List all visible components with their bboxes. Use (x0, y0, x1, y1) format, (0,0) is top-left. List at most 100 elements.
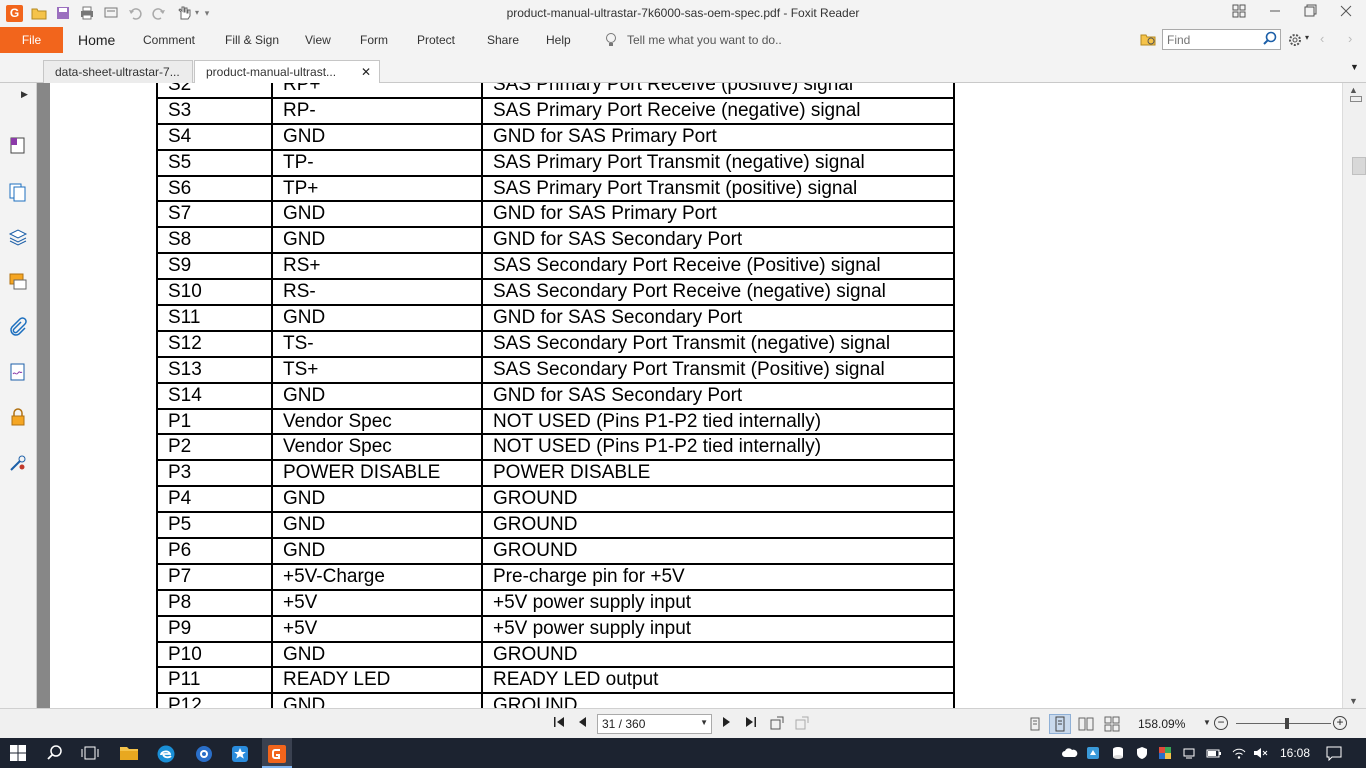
continuous-facing-view-icon[interactable] (1104, 716, 1120, 732)
menu-form[interactable]: Form (360, 33, 388, 47)
minimize-icon[interactable] (1265, 4, 1285, 22)
zoom-level[interactable]: 158.09% (1138, 717, 1185, 731)
settings-gear-icon[interactable] (1287, 32, 1303, 51)
search-icon[interactable] (46, 744, 66, 764)
device-icon[interactable] (1182, 746, 1196, 760)
table-row: S14 GND GND for SAS Secondary Port (156, 381, 955, 410)
find-field[interactable] (1162, 29, 1281, 50)
menu-comment[interactable]: Comment (143, 33, 195, 47)
menu-share[interactable]: Share (487, 33, 519, 47)
restore-layout-icon[interactable] (1229, 4, 1249, 22)
page-number-field[interactable]: ▼ (597, 714, 712, 734)
settings-dropdown-icon[interactable]: ▾ (1305, 33, 1309, 42)
defender-icon[interactable] (1158, 746, 1172, 760)
pin-number-cell: S13 (156, 355, 273, 384)
pin-number-cell: P9 (156, 614, 273, 643)
attachments-icon[interactable] (8, 317, 28, 337)
description-cell: SAS Primary Port Transmit (positive) sig… (481, 174, 955, 203)
table-row: S11 GND GND for SAS Secondary Port (156, 304, 955, 332)
pin-number-cell: S6 (156, 174, 273, 203)
zoom-out-icon[interactable]: − (1214, 716, 1228, 730)
maximize-icon[interactable] (1301, 4, 1321, 22)
file-explorer-icon[interactable] (119, 744, 139, 764)
scroll-down-arrow-icon[interactable]: ▼ (1349, 696, 1358, 706)
app-star-icon[interactable] (230, 744, 250, 764)
scrollbar-thumb[interactable] (1352, 157, 1366, 175)
table-row: S4 GND GND for SAS Primary Port (156, 122, 955, 151)
navigation-panel: ▶ (0, 83, 37, 708)
previous-page-icon[interactable] (574, 715, 592, 733)
signal-name-cell: GND (271, 692, 483, 708)
close-window-icon[interactable] (1336, 4, 1356, 22)
description-cell: SAS Secondary Port Receive (negative) si… (481, 278, 955, 307)
next-view-icon[interactable] (793, 715, 811, 733)
close-tab-icon[interactable]: ✕ (361, 61, 371, 83)
tab-list-dropdown-icon[interactable]: ▼ (1350, 62, 1359, 72)
task-view-icon[interactable] (81, 744, 101, 764)
comments-icon[interactable] (8, 272, 28, 292)
menu-protect[interactable]: Protect (417, 33, 455, 47)
split-view-handle[interactable] (1350, 96, 1362, 102)
signal-name-cell: +5V (271, 614, 483, 643)
first-page-icon[interactable] (550, 715, 568, 733)
table-row: P9 +5V +5V power supply input (156, 614, 955, 643)
menu-view[interactable]: View (305, 33, 331, 47)
single-page-view-icon[interactable] (1027, 716, 1043, 732)
find-options-icon[interactable] (1140, 31, 1156, 50)
page-dropdown-icon[interactable]: ▼ (700, 718, 708, 727)
facing-view-icon[interactable] (1078, 716, 1094, 732)
signal-name-cell: GND (271, 640, 483, 669)
tab-product-manual[interactable]: product-manual-ultrast... ✕ (194, 60, 380, 83)
pin-number-cell: P2 (156, 433, 273, 462)
page-thumbnails-icon[interactable] (8, 135, 28, 155)
outlook-icon[interactable] (194, 744, 214, 764)
file-menu-button[interactable]: File (0, 27, 63, 53)
zoom-slider[interactable] (1236, 723, 1331, 724)
last-page-icon[interactable] (742, 715, 760, 733)
next-page-icon[interactable] (717, 715, 735, 733)
find-input[interactable] (1163, 30, 1259, 49)
taskbar-clock[interactable]: 16:08 (1280, 746, 1310, 760)
tab-data-sheet[interactable]: data-sheet-ultrastar-7... (43, 60, 193, 83)
forward-arrow-icon[interactable]: › (1348, 31, 1352, 46)
security-lock-icon[interactable] (8, 407, 28, 427)
pin-number-cell: P3 (156, 459, 273, 488)
zoom-slider-handle[interactable] (1285, 718, 1289, 729)
vertical-scrollbar[interactable]: ▲ ▼ (1342, 83, 1366, 708)
table-row: S5 TP- SAS Primary Port Transmit (negative… (156, 148, 955, 177)
expand-panel-icon[interactable]: ▶ (21, 89, 28, 100)
table-row: P2 Vendor Spec NOT USED (Pins P1-P2 tied i… (156, 433, 955, 462)
zoom-dropdown-icon[interactable]: ▼ (1203, 718, 1211, 727)
storage-drive-icon[interactable] (1111, 746, 1125, 760)
volume-muted-icon[interactable] (1253, 746, 1268, 760)
menu-fill-sign[interactable]: Fill & Sign (225, 33, 279, 47)
scroll-up-arrow-icon[interactable]: ▲ (1349, 85, 1358, 95)
onedrive-cloud-icon[interactable] (1062, 746, 1078, 760)
certificate-icon[interactable] (8, 453, 28, 473)
edge-browser-icon[interactable] (156, 744, 176, 764)
previous-view-icon[interactable] (768, 715, 786, 733)
zoom-in-icon[interactable]: + (1333, 716, 1347, 730)
search-icon[interactable] (1263, 31, 1277, 48)
document-viewer[interactable]: S2 RP+ SAS Primary Port Receive (positive)… (37, 83, 1342, 708)
continuous-view-icon[interactable] (1049, 714, 1071, 734)
page-number-input[interactable] (598, 715, 693, 733)
menu-help[interactable]: Help (546, 33, 571, 47)
back-arrow-icon[interactable]: ‹ (1320, 31, 1324, 46)
description-cell: GROUND (481, 485, 955, 514)
tell-me-search[interactable]: Tell me what you want to do.. (627, 33, 782, 47)
battery-icon[interactable] (1206, 746, 1221, 760)
menu-home[interactable]: Home (78, 32, 115, 48)
description-cell: GND for SAS Primary Port (481, 122, 955, 151)
layers-icon[interactable] (8, 226, 28, 246)
pin-number-cell: P4 (156, 485, 273, 514)
network-app-icon[interactable] (1086, 746, 1100, 760)
wifi-icon[interactable] (1231, 746, 1246, 760)
security-shield-icon[interactable] (1135, 746, 1149, 760)
windows-start-icon[interactable] (9, 744, 29, 764)
signatures-icon[interactable] (8, 362, 28, 382)
signal-name-cell: GND (271, 304, 483, 332)
notification-center-icon[interactable] (1326, 745, 1342, 762)
pages-icon[interactable] (8, 182, 28, 202)
foxit-reader-taskbar-icon[interactable] (267, 744, 287, 764)
